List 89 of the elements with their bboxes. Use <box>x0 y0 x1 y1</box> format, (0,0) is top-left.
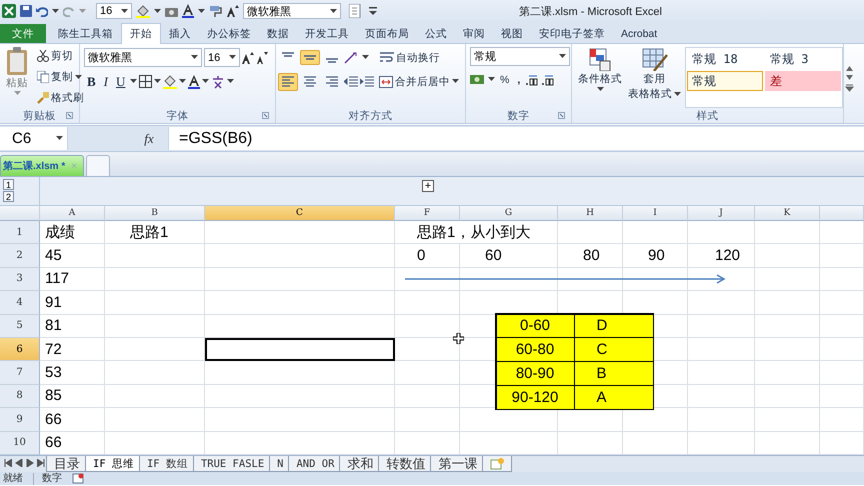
format-painter-button[interactable]: 格式刷 <box>34 89 87 107</box>
expand-button[interactable]: + <box>422 180 434 192</box>
italic-button[interactable]: I <box>100 72 112 92</box>
row-header[interactable]: 8 <box>0 384 40 408</box>
column-header[interactable]: J <box>688 206 755 221</box>
table-cell: 思路1，从小到大 <box>395 221 558 244</box>
cell-style[interactable]: 常规 3 <box>765 49 841 69</box>
column-header[interactable]: B <box>105 206 205 221</box>
percent-button[interactable]: % <box>497 72 512 88</box>
table-cell: 80 <box>558 244 623 268</box>
ribbon-tab[interactable]: 开发工具 <box>297 24 357 43</box>
ribbon-tab[interactable]: 陈生工具箱 <box>50 24 121 43</box>
row-header[interactable]: 4 <box>0 291 40 315</box>
cell-style[interactable]: 常规 <box>687 71 763 91</box>
ribbon-tab[interactable]: 数据 <box>259 24 297 43</box>
column-header[interactable]: C <box>205 206 395 221</box>
bold-button[interactable]: B <box>84 72 99 92</box>
ribbon-tab[interactable]: 审阅 <box>455 24 493 43</box>
table-cell: 90 <box>623 244 688 268</box>
group-label: 对齐方式 <box>348 108 394 123</box>
number-format-box[interactable]: 常规 <box>470 47 570 66</box>
table-format-button[interactable]: 套用 表格格式 <box>626 47 683 107</box>
table-cell: 120 <box>688 244 755 268</box>
table-cell: 117 <box>40 268 105 292</box>
table-cell: 81 <box>40 314 105 338</box>
table-cell: 45 <box>40 244 105 268</box>
outline-level-button[interactable]: 1 <box>3 179 14 190</box>
font-size-box[interactable]: 16 <box>96 3 132 19</box>
row-header[interactable]: 10 <box>0 432 40 455</box>
row-header[interactable]: 1 <box>0 221 40 244</box>
table-cell: 思路1 <box>105 221 205 244</box>
column-header[interactable]: A <box>40 206 105 221</box>
row-header[interactable]: 6 <box>0 338 40 362</box>
formula-field[interactable]: =GSS(B6) <box>168 127 864 150</box>
font-size-box[interactable]: 16 <box>204 48 240 67</box>
column-header[interactable]: G <box>460 206 558 221</box>
name-box[interactable]: C6 <box>0 127 68 150</box>
group-label: 数字 <box>470 108 567 123</box>
row-header[interactable]: 3 <box>0 268 40 292</box>
ribbon-tab[interactable]: 安印电子签章 <box>531 24 613 43</box>
row-header[interactable]: 2 <box>0 244 40 268</box>
cell-style[interactable]: 常规 18 <box>687 49 763 69</box>
ribbon-tab[interactable]: 插入 <box>161 24 199 43</box>
sheet-tab[interactable]: IF 数组 <box>138 456 196 472</box>
table-cell: 成绩 <box>40 221 105 244</box>
group-label: 字体 <box>84 108 271 123</box>
row-header[interactable]: 9 <box>0 408 40 432</box>
status-text: 数字 <box>33 472 62 484</box>
column-header[interactable]: K <box>755 206 820 221</box>
table-cell: 53 <box>40 361 105 385</box>
cell-style[interactable]: 差 <box>765 71 841 91</box>
sheet-tab[interactable]: IF 思维 <box>85 456 142 472</box>
column-header[interactable]: F <box>395 206 460 221</box>
table-cell: 91 <box>40 291 105 315</box>
group-label: 样式 <box>696 108 720 123</box>
ribbon-tab[interactable]: 页面布局 <box>357 24 417 43</box>
ribbon-tab[interactable]: 视图 <box>493 24 531 43</box>
table-cell: 85 <box>40 384 105 408</box>
column-header[interactable]: H <box>558 206 623 221</box>
row-header[interactable]: 7 <box>0 361 40 385</box>
window-title: 第二课.xlsm - Microsoft Excel <box>518 4 663 18</box>
row-header[interactable]: 5 <box>0 314 40 338</box>
wrap-text-button[interactable]: 自动换行 <box>377 48 443 66</box>
ribbon-tab[interactable]: 公式 <box>417 24 455 43</box>
font-name-box[interactable]: 微软雅黑 <box>84 48 202 67</box>
table-cell: 72 <box>40 338 105 362</box>
table-cell: 0 <box>395 244 460 268</box>
sheet-tab[interactable]: 目录 <box>46 456 88 472</box>
group-label: 剪贴板 <box>4 108 75 123</box>
table-cell: 0-60 <box>496 314 574 338</box>
underline-button[interactable]: U <box>113 72 128 92</box>
paste-button[interactable]: 粘贴 <box>4 47 30 107</box>
comma-button[interactable]: , <box>514 72 524 88</box>
merge-center-button[interactable]: 合并后居中 <box>376 72 462 90</box>
font-name-box[interactable]: 微软雅黑 <box>243 3 341 19</box>
function-button[interactable]: fx <box>130 130 168 146</box>
ribbon-tab[interactable]: 办公标签 <box>199 24 259 43</box>
copy-button[interactable]: 复制 <box>34 68 87 86</box>
cut-button[interactable]: 剪切 <box>34 47 87 65</box>
workbook-tab[interactable]: 第二课.xlsm * × <box>0 155 84 176</box>
file-tab[interactable]: 文件 <box>0 24 46 43</box>
outline-level-button[interactable]: 2 <box>3 191 14 202</box>
ribbon-tab[interactable]: 开始 <box>121 23 161 44</box>
conditional-format-button[interactable]: 条件格式 <box>576 47 624 107</box>
table-cell: 66 <box>40 408 105 432</box>
column-header[interactable]: I <box>623 206 688 221</box>
ribbon-tab[interactable]: Acrobat <box>613 24 666 43</box>
table-cell: 60 <box>460 244 558 268</box>
status-text: 就绪 <box>3 472 23 484</box>
